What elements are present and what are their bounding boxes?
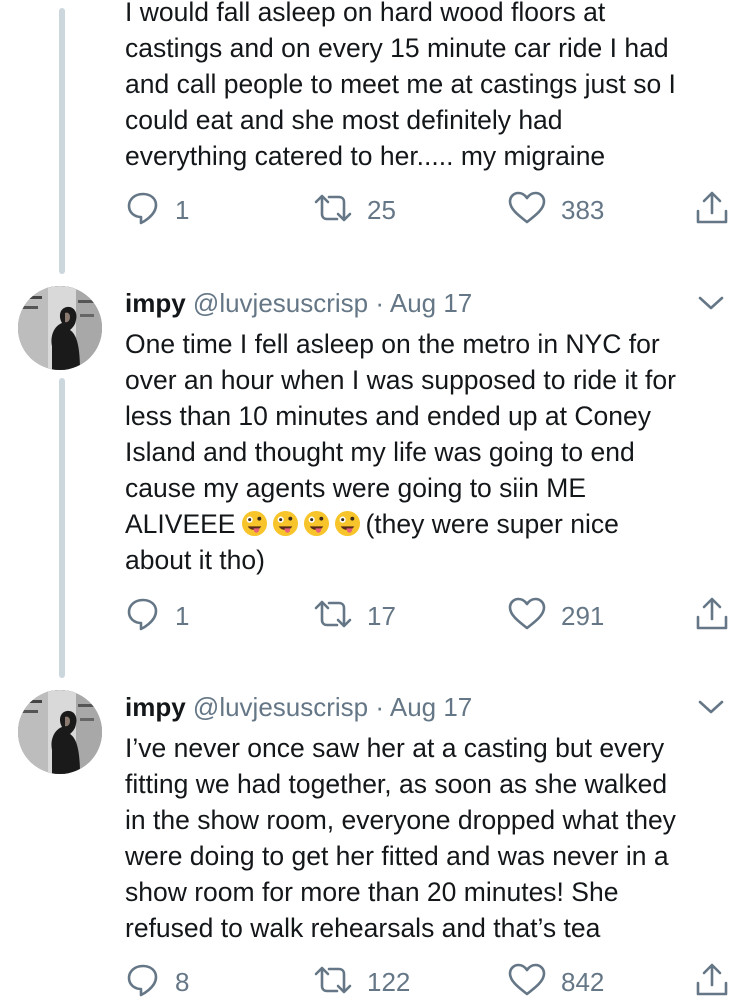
- reply-count: 8: [175, 966, 190, 997]
- like-button[interactable]: 842: [507, 962, 604, 1002]
- tweet-actions: 8 122 842: [125, 962, 735, 1002]
- retweet-count: 122: [367, 966, 411, 997]
- reply-count: 1: [175, 194, 190, 225]
- separator-dot: ·: [375, 692, 385, 722]
- retweet-icon: [313, 596, 353, 637]
- retweet-count: 25: [367, 194, 396, 225]
- tweet-header: impy @luvjesuscrisp · Aug 17: [125, 692, 728, 722]
- author-name[interactable]: impy: [125, 692, 186, 722]
- reply-count: 1: [175, 600, 190, 631]
- tweet-header: impy @luvjesuscrisp · Aug 17: [125, 288, 728, 318]
- reply-button[interactable]: 1: [125, 190, 189, 230]
- heart-icon: [507, 596, 547, 637]
- tweet-actions: 1 17 291: [125, 596, 735, 636]
- heart-icon: [507, 190, 547, 231]
- like-count: 842: [561, 966, 605, 997]
- share-button[interactable]: [693, 596, 731, 636]
- tweet-date[interactable]: Aug 17: [390, 692, 472, 722]
- share-icon: [693, 595, 731, 638]
- heart-icon: [507, 962, 547, 1003]
- zany-face-emoji: [242, 510, 268, 537]
- chevron-down-icon[interactable]: [694, 288, 728, 318]
- emoji-group: [241, 506, 365, 542]
- like-count: 291: [561, 600, 605, 631]
- tweet-text: I would fall asleep on hard wood floors …: [125, 0, 676, 171]
- retweet-icon: [313, 190, 353, 231]
- like-count: 383: [561, 194, 605, 225]
- retweet-button[interactable]: 25: [313, 190, 396, 230]
- chevron-down-icon[interactable]: [694, 692, 728, 722]
- tweet[interactable]: impy @luvjesuscrisp · Aug 17 I’ve never …: [0, 688, 750, 1001]
- author-handle[interactable]: @luvjesuscrisp: [193, 288, 368, 318]
- reply-button[interactable]: 1: [125, 596, 189, 636]
- retweet-count: 17: [367, 600, 396, 631]
- retweet-button[interactable]: 17: [313, 596, 396, 636]
- tweet[interactable]: I would fall asleep on hard wood floors …: [0, 0, 750, 250]
- reply-icon: [125, 596, 161, 637]
- reply-icon: [125, 190, 161, 231]
- tweet[interactable]: impy @luvjesuscrisp · Aug 17 One time I …: [0, 282, 750, 662]
- author-handle[interactable]: @luvjesuscrisp: [193, 692, 368, 722]
- zany-face-emoji: [304, 510, 330, 537]
- tweet-text: One time I fell asleep on the metro in N…: [125, 326, 732, 578]
- reply-button[interactable]: 8: [125, 962, 189, 1002]
- retweet-button[interactable]: 122: [313, 962, 410, 1002]
- tweet-text-main: One time I fell asleep on the metro in N…: [125, 329, 676, 539]
- zany-face-emoji: [273, 510, 299, 537]
- retweet-icon: [313, 962, 353, 1003]
- avatar[interactable]: [18, 690, 102, 774]
- tweet-date[interactable]: Aug 17: [390, 288, 472, 318]
- author-name[interactable]: impy: [125, 288, 186, 318]
- separator-dot: ·: [375, 288, 385, 318]
- avatar[interactable]: [18, 286, 102, 370]
- share-button[interactable]: [693, 190, 731, 230]
- reply-icon: [125, 962, 161, 1003]
- like-button[interactable]: 291: [507, 596, 604, 636]
- share-button[interactable]: [693, 962, 731, 1002]
- tweet-text: I’ve never once saw her at a casting but…: [125, 733, 676, 943]
- tweet-actions: 1 25 383: [125, 190, 735, 230]
- like-button[interactable]: 383: [507, 190, 604, 230]
- share-icon: [693, 961, 731, 1004]
- zany-face-emoji: [335, 510, 361, 537]
- share-icon: [693, 189, 731, 232]
